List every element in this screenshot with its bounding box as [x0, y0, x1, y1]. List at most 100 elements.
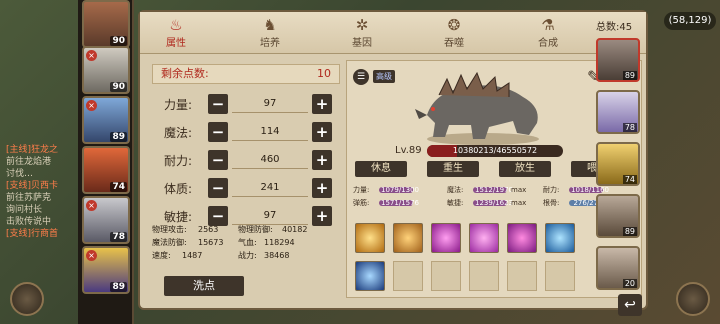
chat-line: [主线]狂龙之: [6, 145, 59, 155]
tab-gene[interactable]: ✲ 基因: [332, 16, 392, 52]
hero-level: 90: [110, 36, 127, 46]
train-icon: ♞: [263, 16, 277, 34]
rebirth-button[interactable]: 重生: [427, 161, 479, 177]
increase-button[interactable]: +: [312, 94, 332, 114]
hero-list[interactable]: 90 × 90 × 89 74 × 78 × 89: [78, 0, 134, 324]
remove-icon[interactable]: ×: [86, 100, 97, 111]
tab-attribute[interactable]: ♨ 属性: [146, 16, 206, 52]
empty-skill-slot[interactable]: [469, 261, 499, 291]
hero-level: 78: [110, 232, 127, 242]
hero-portrait[interactable]: × 90: [82, 46, 130, 94]
release-button[interactable]: 放生: [499, 161, 551, 177]
hero-portrait[interactable]: × 89: [82, 246, 130, 294]
chat-line: 询问村长: [6, 205, 43, 215]
stat-value: 118294: [264, 238, 295, 247]
pet-list-level: 89: [622, 227, 637, 236]
tab-train[interactable]: ♞ 培养: [240, 16, 300, 52]
pet-list-item[interactable]: 78: [596, 90, 640, 134]
hero-portrait[interactable]: × 89: [82, 96, 130, 144]
pet-list-level: 89: [622, 71, 637, 80]
hero-level: 90: [110, 82, 127, 92]
growth-label: 弹筋:: [353, 199, 370, 207]
chat-line: 前往龙焰港: [6, 157, 52, 167]
tab-label: 培养: [260, 38, 280, 49]
attribute-label: 耐力:: [164, 154, 193, 168]
growth-value: 1571/1576: [381, 199, 419, 207]
stat-label: 战力:: [238, 251, 257, 260]
stat-value: 38468: [264, 251, 290, 260]
empty-skill-slot[interactable]: [507, 261, 537, 291]
decrease-button[interactable]: −: [208, 178, 228, 198]
stat-value: 40182: [282, 225, 308, 234]
skill-flame-icon[interactable]: [507, 223, 537, 253]
increase-button[interactable]: +: [312, 178, 332, 198]
tab-devour[interactable]: ❂ 吞噬: [424, 16, 484, 52]
growth-tendon: 弹筋: 1571/1576: [353, 198, 419, 208]
attribute-section: 剩余点数: 10 力量: − 97 + 魔法: − 114 + 耐力: − 46…: [152, 60, 340, 298]
tab-label: 基因: [352, 38, 372, 49]
pet-list[interactable]: 89 78 74 89 20: [592, 18, 648, 308]
increase-button[interactable]: +: [312, 150, 332, 170]
stat-label: 魔法防御:: [152, 238, 187, 247]
remove-icon[interactable]: ×: [86, 50, 97, 61]
pet-list-item[interactable]: 20: [596, 246, 640, 290]
tab-synthesis[interactable]: ⚗ 合成: [518, 16, 578, 52]
back-button[interactable]: ↩: [618, 294, 642, 316]
attribute-label: 力量:: [164, 98, 193, 112]
skill-fire-icon[interactable]: [355, 223, 385, 253]
empty-skill-slot[interactable]: [393, 261, 423, 291]
hero-portrait[interactable]: × 78: [82, 196, 130, 244]
skill-burst-icon[interactable]: [469, 223, 499, 253]
increase-button[interactable]: +: [312, 206, 332, 226]
decrease-button[interactable]: −: [208, 94, 228, 114]
remove-icon[interactable]: ×: [86, 200, 97, 211]
empty-skill-slot[interactable]: [431, 261, 461, 291]
pet-level: Lv.89: [395, 145, 422, 156]
remaining-points: 剩余点数: 10: [152, 64, 340, 84]
chat-line: [支线]行商首: [6, 229, 59, 239]
attribute-value: 460: [232, 151, 308, 169]
rest-button[interactable]: 休息: [355, 161, 407, 177]
empty-skill-slot[interactable]: [545, 261, 575, 291]
skill-arcane-icon[interactable]: [431, 223, 461, 253]
skill-claw-icon[interactable]: [393, 223, 423, 253]
growth-value: 1239/1623: [475, 199, 513, 207]
stat-label: 物理防御:: [238, 225, 273, 234]
list-icon[interactable]: ☰: [353, 69, 369, 85]
synthesis-icon: ⚗: [541, 16, 555, 34]
stat-value: 2563: [198, 225, 219, 234]
tab-label: 吞噬: [444, 38, 464, 49]
map-button[interactable]: [676, 282, 710, 316]
attribute-value: 241: [232, 179, 308, 197]
chat-line: 前往苏萨克: [6, 193, 52, 203]
growth-max: max: [511, 199, 527, 207]
attribute-value: 97: [232, 207, 308, 225]
tab-label: 合成: [538, 38, 558, 49]
pet-panel: ♨ 属性 ♞ 培养 ✲ 基因 ❂ 吞噬 ⚗ 合成 剩余点数: 10 力量: − …: [138, 10, 648, 310]
growth-max: max: [511, 186, 527, 194]
exp-text: 10380213/46550572: [452, 146, 538, 155]
attribute-label: 敏捷:: [164, 210, 193, 224]
stat-value: 1487: [182, 251, 203, 260]
decrease-button[interactable]: −: [208, 122, 228, 142]
reset-points-button[interactable]: 洗点: [164, 276, 244, 296]
hero-portrait[interactable]: 74: [82, 146, 130, 194]
menu-button[interactable]: [10, 282, 44, 316]
decrease-button[interactable]: −: [208, 150, 228, 170]
growth-endurance: 耐力: 1018/1160: [543, 185, 609, 195]
remove-icon[interactable]: ×: [86, 250, 97, 261]
pet-list-item[interactable]: 74: [596, 142, 640, 186]
growth-label: 根骨:: [543, 199, 560, 207]
skill-shield-icon[interactable]: [355, 261, 385, 291]
exp-bar: 10380213/46550572: [427, 145, 563, 157]
decrease-button[interactable]: −: [208, 206, 228, 226]
stat-label: 气血:: [238, 238, 257, 247]
pet-list-level: 20: [622, 279, 637, 288]
combat-stats: 物理攻击: 2563 物理防御: 40182 魔法防御: 15673 气血: 1…: [152, 224, 340, 272]
pet-list-item[interactable]: 89: [596, 38, 640, 82]
increase-button[interactable]: +: [312, 122, 332, 142]
pet-list-level: 74: [622, 175, 637, 184]
hero-portrait[interactable]: 90: [82, 0, 130, 48]
pet-list-item[interactable]: 89: [596, 194, 640, 238]
skill-ice-icon[interactable]: [545, 223, 575, 253]
